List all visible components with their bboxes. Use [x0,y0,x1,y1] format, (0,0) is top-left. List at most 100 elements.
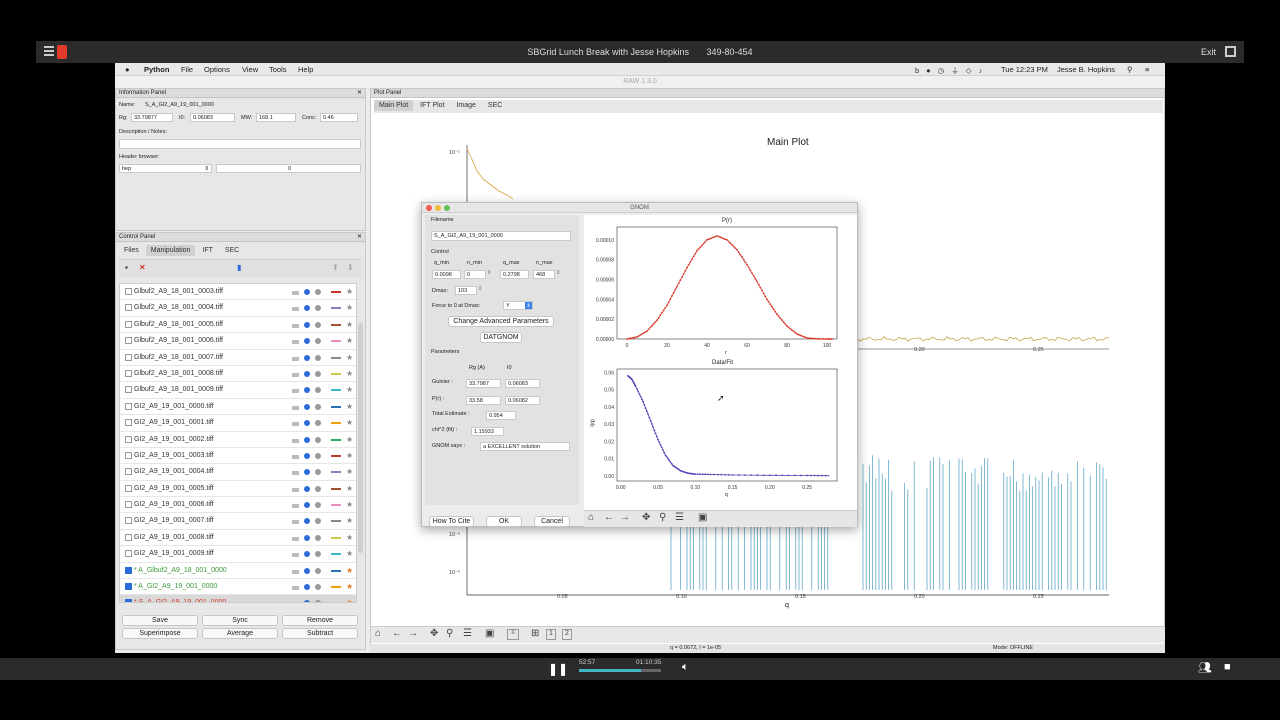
target-icon[interactable] [315,338,321,345]
star-icon[interactable]: ★ [346,369,353,378]
chevron-down-icon[interactable] [292,471,299,476]
ok-button[interactable]: OK [486,516,522,527]
dmax-field[interactable]: 103 [455,286,477,295]
line-color-swatch[interactable] [331,422,341,425]
exit-button[interactable]: Exit [1201,47,1216,57]
dmax-stepper-icon[interactable]: ⇕ [478,286,483,292]
file-list-row[interactable]: GI2_A9_19_001_0005.tiff ★ [120,481,356,498]
info-icon[interactable] [304,403,310,410]
line-color-swatch[interactable] [331,553,341,556]
info-icon[interactable] [304,387,310,394]
line-color-swatch[interactable] [331,291,341,293]
pin-icon[interactable]: ✕ [357,89,362,98]
target-icon[interactable] [315,354,321,361]
file-checkbox[interactable] [125,517,132,525]
save-plot-icon[interactable]: ▣ [485,628,494,639]
info-icon[interactable] [304,289,310,295]
info-icon[interactable] [304,354,310,361]
status-icons[interactable]: b●◷⏚◇♪ [915,65,989,76]
line-color-swatch[interactable] [331,323,341,326]
star-icon[interactable]: ★ [346,484,353,493]
menubar-user[interactable]: Jesse B. Hopkins [1057,65,1115,74]
target-icon[interactable] [315,551,321,558]
forward-icon[interactable]: → [408,628,418,639]
subtract-button[interactable]: Subtract [282,628,358,639]
menubar-clock[interactable]: Tue 12:23 PM [1001,65,1048,74]
line-color-swatch[interactable] [331,520,341,523]
remove-button[interactable]: Remove [282,615,358,626]
header-value[interactable]: 0 [216,164,361,173]
file-checkbox[interactable] [125,386,132,394]
file-list-row[interactable]: GI2_A9_19_001_0009.tiff ★ [120,546,356,563]
file-list-row[interactable]: Glbuf2_A9_18_001_0005.tiff ★ [120,317,356,334]
star-icon[interactable]: ★ [346,320,353,329]
file-list-row[interactable]: Glbuf2_A9_18_001_0007.tiff ★ [120,350,356,366]
menu-view[interactable]: View [242,65,258,74]
average-button[interactable]: Average [202,628,278,639]
nmax-field[interactable]: 468 [533,270,555,279]
file-list-row[interactable]: GI2_A9_19_001_0008.tiff ★ [120,530,356,547]
cancel-button[interactable]: Cancel [534,516,570,527]
line-color-swatch[interactable] [331,438,341,441]
zoom-icon[interactable]: ⚲ [446,628,453,639]
tab-main-plot[interactable]: Main Plot [374,100,414,111]
chevron-down-icon[interactable] [292,422,299,427]
target-icon[interactable] [315,452,321,459]
line-color-swatch[interactable] [331,372,341,375]
check-all-icon[interactable]: ▪ [125,263,128,272]
file-list-row[interactable]: GI2_A9_19_001_0004.tiff ★ [120,464,356,481]
home-icon[interactable]: ⌂ [375,628,381,639]
file-checkbox[interactable] [125,583,132,591]
nmax-stepper-icon[interactable]: ⇕ [556,270,561,276]
chi2-field[interactable]: 1.15933 [471,427,504,436]
qmax-field[interactable]: 0.2798 [500,270,529,279]
pin-icon[interactable]: ✕ [357,233,362,242]
target-icon[interactable] [315,436,321,443]
page-1-button[interactable]: 1 [546,629,556,640]
file-checkbox[interactable] [125,484,132,492]
star-icon[interactable]: ★ [346,500,353,509]
mw-field[interactable]: 168.1 [256,113,296,122]
chevron-down-icon[interactable] [292,536,299,541]
star-icon[interactable]: ★ [346,582,353,591]
target-icon[interactable] [315,403,321,410]
file-checkbox[interactable] [125,599,132,602]
menu-tools[interactable]: Tools [269,65,287,74]
file-checkbox[interactable] [125,501,132,509]
line-color-swatch[interactable] [331,307,341,310]
expand-icon[interactable]: ⬇ [347,263,354,272]
target-icon[interactable] [315,321,321,328]
star-icon[interactable]: ★ [346,598,353,602]
tab-image[interactable]: Image [451,100,480,111]
tab-sec[interactable]: SEC [483,100,507,111]
info-icon[interactable]: ▮ [237,263,241,272]
chat-icon[interactable]: ■ [1224,661,1231,673]
line-color-swatch[interactable] [331,471,341,474]
star-icon[interactable]: ★ [346,287,353,296]
total-estimate-field[interactable]: 0.954 [486,411,516,420]
conc-field[interactable]: 0.46 [320,113,358,122]
pan-icon[interactable]: ✥ [430,628,438,639]
grid-icon[interactable]: ⊞ [531,628,539,639]
star-icon[interactable]: ★ [346,353,353,362]
tab-sec[interactable]: SEC [220,245,244,256]
file-list-row[interactable]: GI2_A9_19_001_0003.tiff ★ [120,448,356,465]
chevron-down-icon[interactable] [292,372,299,377]
file-checkbox[interactable] [125,369,132,377]
guinier-i0-field[interactable]: 0.06083 [505,379,540,388]
back-icon[interactable]: ← [604,512,614,523]
exit-fullscreen-icon[interactable] [1225,46,1236,57]
file-list-row[interactable]: GI2_A9_19_001_0006.tiff ★ [120,497,356,514]
file-list-row[interactable]: GI2_A9_19_001_0002.tiff ★ [120,432,356,448]
file-checkbox[interactable] [125,435,132,443]
superimpose-button[interactable]: Superimpose [122,628,198,639]
pan-icon[interactable]: ✥ [642,512,650,523]
star-icon[interactable]: ★ [346,467,353,476]
chevron-down-icon[interactable] [292,504,299,509]
file-list-row[interactable]: GI2_A9_19_001_0000.tiff ★ [120,399,356,416]
participants-icon[interactable]: 👥︎ [1198,661,1212,674]
chevron-down-icon[interactable] [292,340,299,345]
chevron-down-icon[interactable] [292,405,299,410]
star-icon[interactable]: ★ [346,336,353,345]
star-icon[interactable]: ★ [346,418,353,427]
